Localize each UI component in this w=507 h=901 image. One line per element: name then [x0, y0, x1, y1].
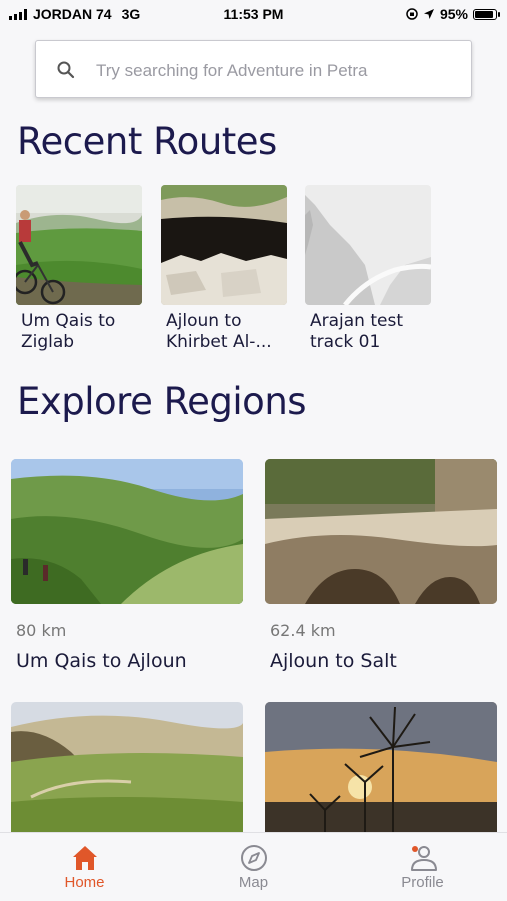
tab-bar: Home Map Profile	[0, 832, 507, 901]
route-thumbnail-image	[161, 185, 287, 305]
compass-icon	[240, 845, 267, 871]
battery-icon	[473, 8, 500, 20]
orientation-lock-icon	[406, 8, 418, 20]
tab-profile[interactable]: Profile	[338, 833, 507, 901]
region-thumbnail-image	[11, 459, 243, 604]
status-right: 95%	[406, 6, 500, 22]
route-card[interactable]: Arajan test track 01	[305, 185, 431, 353]
status-bar: JORDAN 74 3G 11:53 PM 95%	[0, 0, 507, 28]
region-card[interactable]	[11, 702, 243, 847]
route-label: Arajan test track 01	[310, 311, 404, 352]
tab-home[interactable]: Home	[0, 833, 169, 901]
tab-map[interactable]: Map	[169, 833, 338, 901]
profile-icon	[410, 846, 437, 871]
region-distance: 80 km	[16, 621, 67, 640]
route-label: Ajloun to Khirbet Al-...	[166, 311, 272, 352]
route-thumbnail-image	[16, 185, 142, 305]
region-card[interactable]: 80 km Um Qais to Ajloun	[11, 459, 243, 672]
search-icon	[57, 61, 75, 79]
region-thumbnail-image	[265, 702, 497, 847]
battery-percent: 95%	[439, 6, 468, 22]
home-icon	[72, 846, 97, 870]
placeholder-landscape-icon	[305, 185, 431, 305]
tab-label: Profile	[401, 874, 444, 891]
explore-regions-title: Explore Regions	[17, 380, 307, 423]
route-label: Um Qais to Ziglab	[21, 311, 116, 352]
search-bar[interactable]	[35, 40, 472, 98]
region-card[interactable]	[265, 702, 497, 847]
route-card[interactable]: Ajloun to Khirbet Al-...	[161, 185, 287, 353]
location-arrow-icon	[423, 9, 434, 19]
search-input[interactable]	[94, 58, 458, 84]
region-thumbnail-image	[265, 459, 497, 604]
region-name: Ajloun to Salt	[270, 650, 397, 672]
tab-label: Map	[238, 874, 269, 891]
region-name: Um Qais to Ajloun	[16, 650, 187, 672]
region-distance: 62.4 km	[270, 621, 336, 640]
region-thumbnail-image	[11, 702, 243, 847]
battery-fill	[475, 10, 493, 18]
region-card[interactable]: 62.4 km Ajloun to Salt	[265, 459, 497, 672]
route-card[interactable]: Um Qais to Ziglab	[16, 185, 142, 353]
recent-routes-title: Recent Routes	[17, 120, 277, 163]
tab-label: Home	[64, 874, 105, 891]
